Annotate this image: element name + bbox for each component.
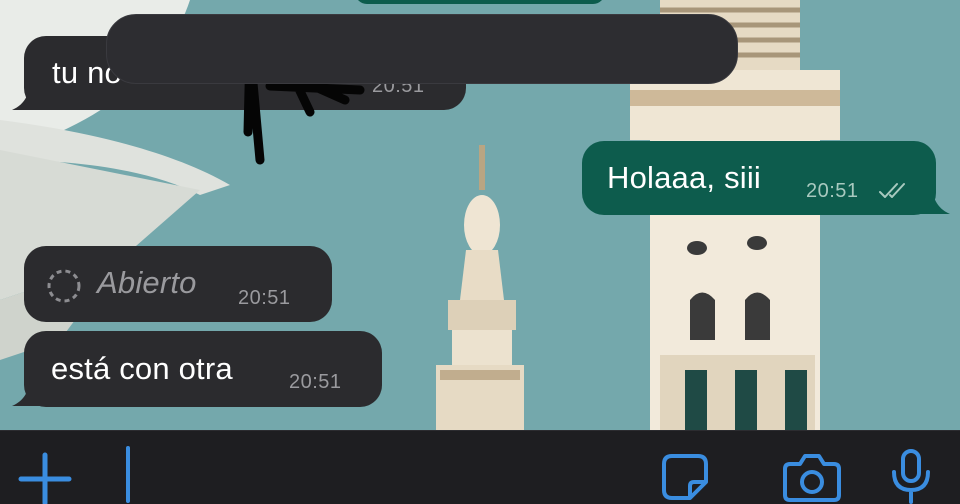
camera-icon[interactable] (782, 452, 842, 502)
bubble-tail (914, 184, 950, 214)
bubble-tail (12, 376, 48, 406)
message-bubble-incoming[interactable]: está con otra 20:51 (24, 331, 382, 407)
message-text: Holaaa, siii (607, 160, 762, 195)
message-input[interactable] (106, 14, 738, 84)
plus-icon[interactable] (18, 450, 72, 504)
message-time: 20:51 (238, 287, 291, 309)
message-text: está con otra (51, 351, 233, 386)
message-time: 20:51 (289, 371, 342, 393)
read-receipt-icon (879, 183, 905, 198)
message-bubble-outgoing[interactable]: Holaaa, siii 20:51 (582, 141, 936, 215)
view-once-label: Abierto (97, 265, 197, 300)
sticker-icon[interactable] (660, 452, 710, 502)
bubble-tail (12, 80, 48, 110)
view-once-icon (47, 269, 81, 303)
microphone-icon[interactable] (888, 448, 934, 504)
message-time: 20:51 (806, 180, 859, 202)
text-caret (126, 446, 130, 503)
message-bubble-view-once[interactable]: Abierto 20:51 (24, 246, 332, 322)
